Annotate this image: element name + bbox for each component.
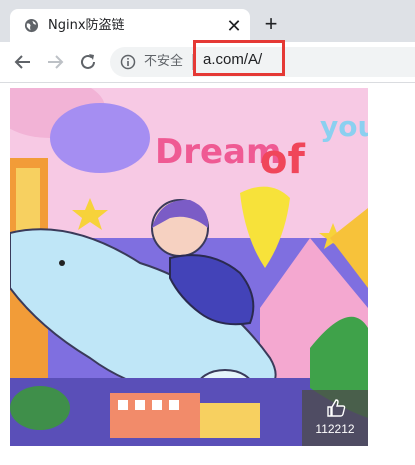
tab-title: Nginx防盗链 xyxy=(48,18,125,33)
thumbs-up-icon[interactable] xyxy=(326,399,346,417)
forward-arrow-icon[interactable] xyxy=(44,51,66,73)
artwork-text-of: of xyxy=(260,137,305,183)
tab-strip: Nginx防盗链 ✕ + xyxy=(0,0,415,42)
back-arrow-icon[interactable] xyxy=(12,51,34,73)
close-icon[interactable]: ✕ xyxy=(224,16,244,36)
reload-icon[interactable] xyxy=(77,51,99,73)
plus-icon[interactable]: + xyxy=(260,13,282,35)
security-label[interactable]: 不安全 xyxy=(144,54,183,70)
like-count: 112212 xyxy=(315,422,355,436)
url-text[interactable]: a.com/A/ xyxy=(203,51,262,69)
like-badge[interactable]: 112212 xyxy=(302,390,368,446)
info-icon[interactable] xyxy=(120,54,136,70)
browser-tab[interactable]: Nginx防盗链 ✕ xyxy=(10,9,250,42)
artwork-text-you: you xyxy=(320,110,368,143)
globe-icon xyxy=(24,18,39,33)
